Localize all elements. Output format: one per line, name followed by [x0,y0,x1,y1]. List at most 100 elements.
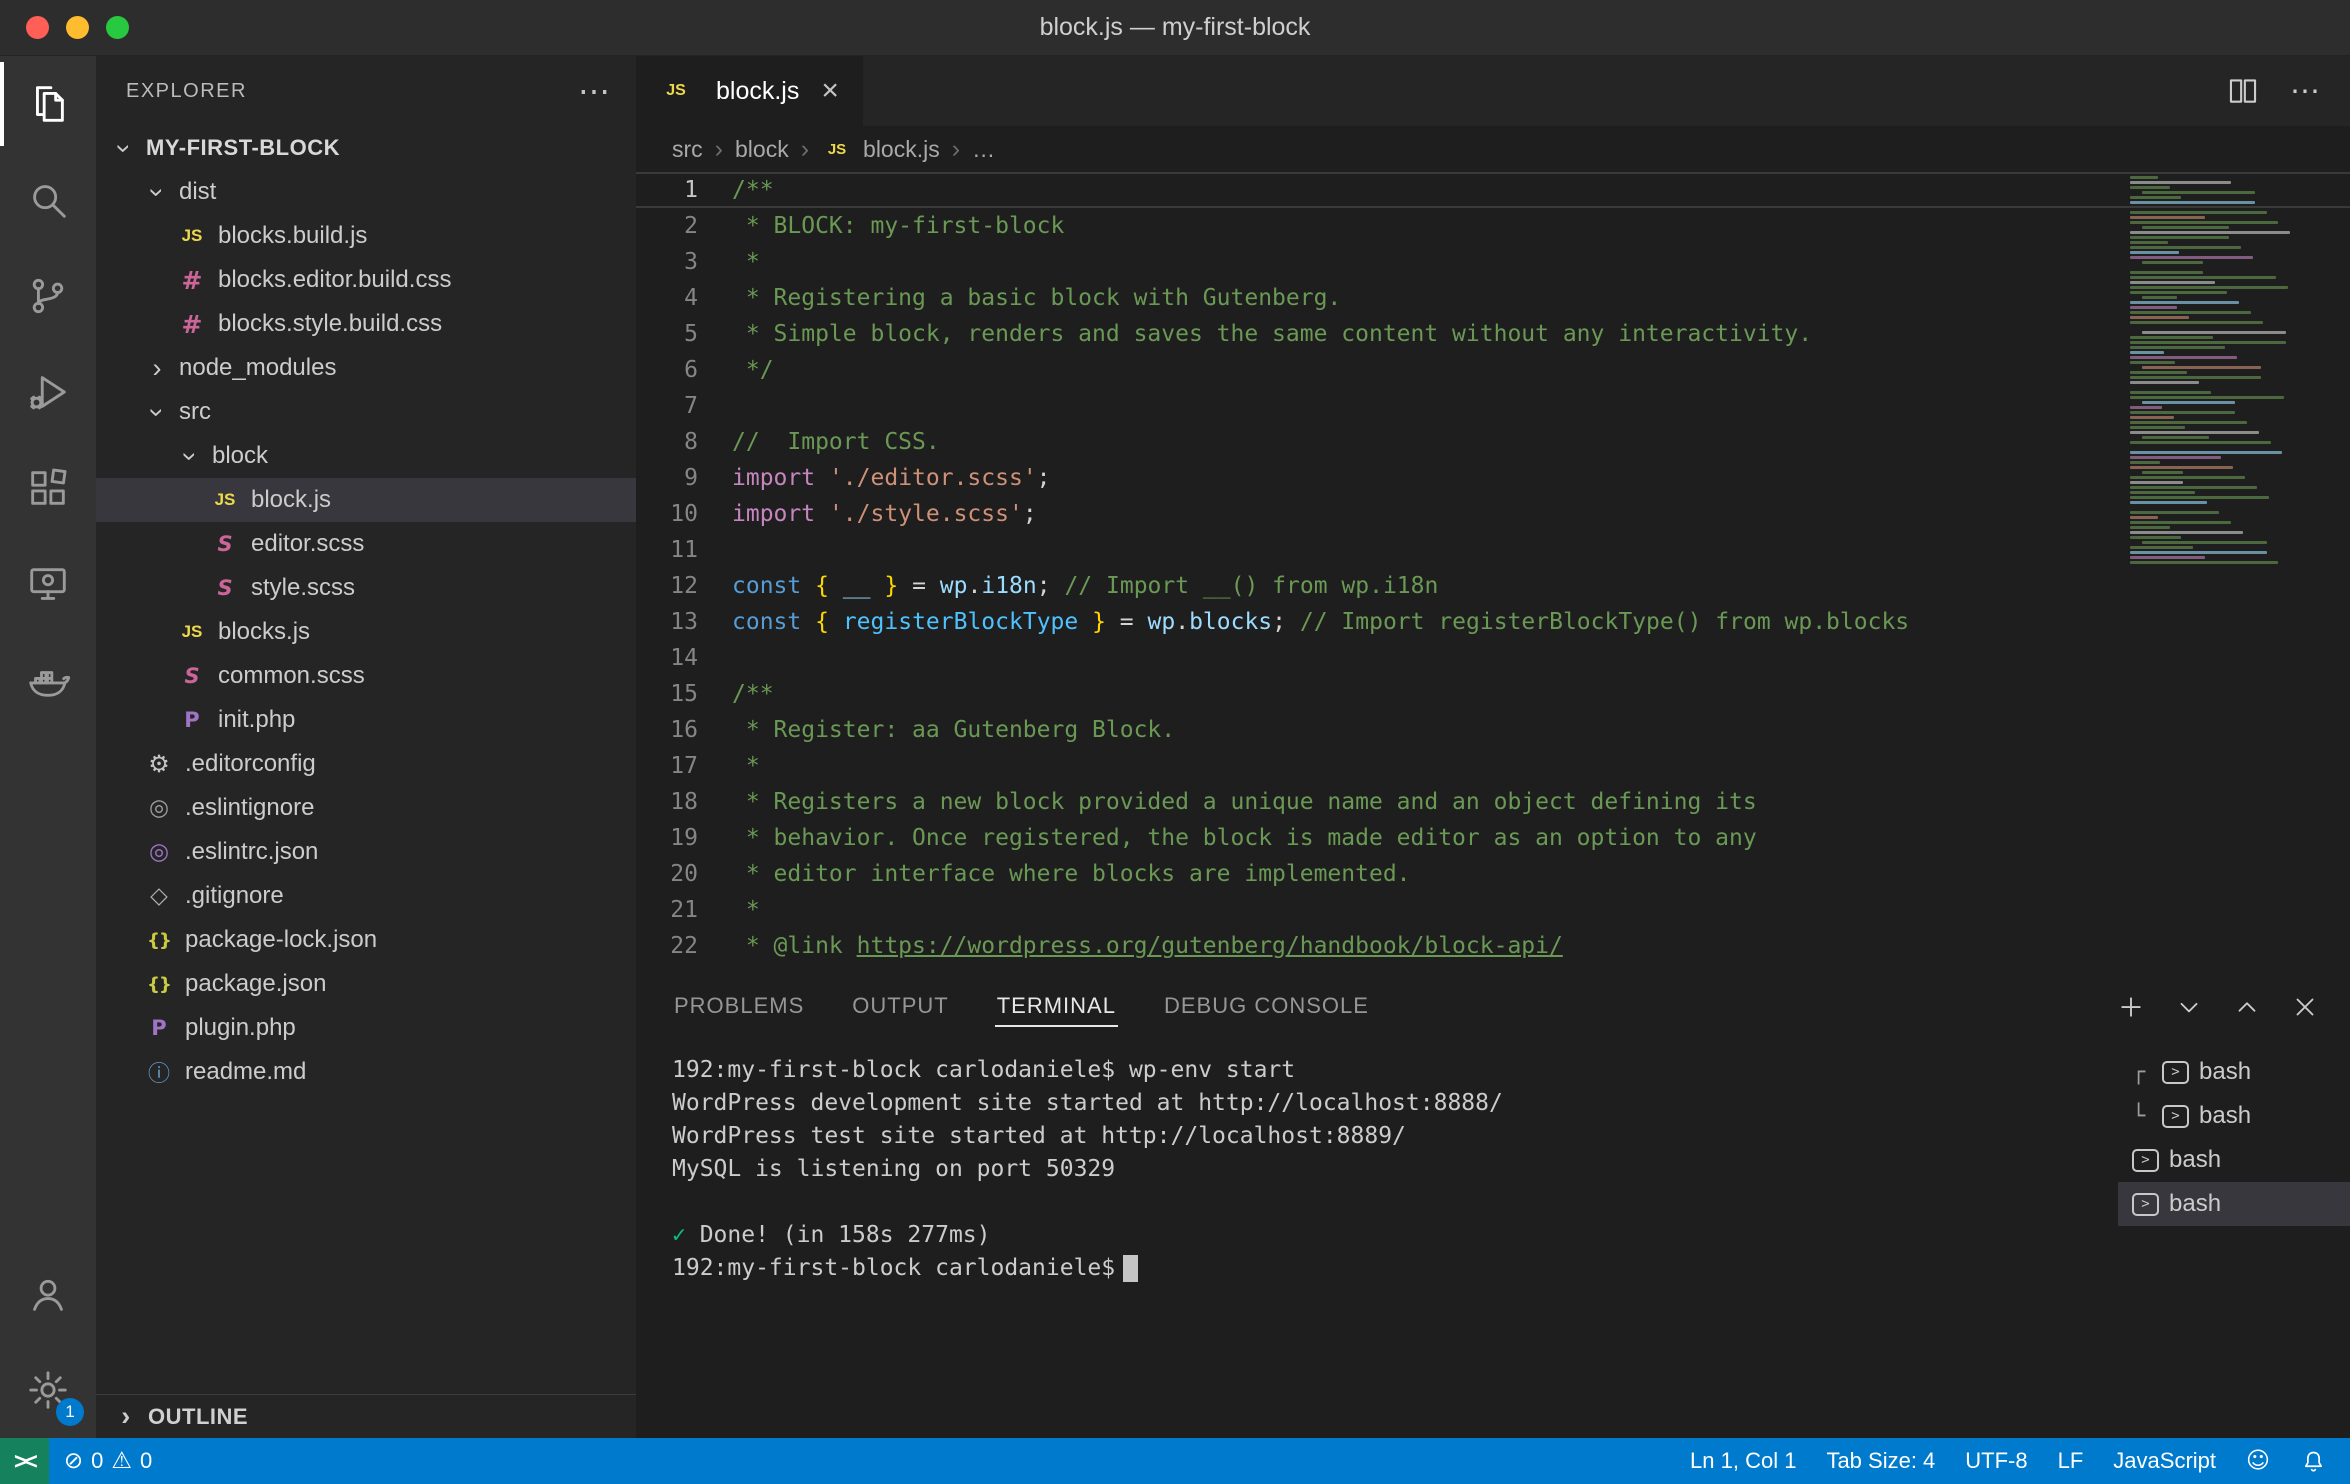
code-line[interactable]: 22 * @link https://wordpress.org/gutenbe… [636,928,2350,964]
terminal-list-item[interactable]: >bash [2118,1138,2350,1182]
tree-item[interactable]: #blocks.style.build.css [96,302,636,346]
tree-item[interactable]: JSblocks.build.js [96,214,636,258]
tree-item[interactable]: JSblocks.js [96,610,636,654]
editor-more-actions-icon[interactable]: ⋯ [2290,74,2320,109]
code-line[interactable]: 2 * BLOCK: my-first-block [636,208,2350,244]
code-line[interactable]: 11 [636,532,2350,568]
panel-tab-problems[interactable]: PROBLEMS [672,987,806,1027]
code-token: } [1092,609,1106,635]
split-editor-icon[interactable] [2226,74,2260,108]
code-line[interactable]: 4 * Registering a basic block with Guten… [636,280,2350,316]
activity-extensions-button[interactable] [0,440,96,536]
tree-item[interactable]: ◎.eslintrc.json [96,830,636,874]
tree-item[interactable]: ›dist [96,170,636,214]
code-token: ; [1272,609,1300,635]
tree-item[interactable]: Scommon.scss [96,654,636,698]
terminal-output[interactable]: 192:my-first-block carlodaniele$ wp-env … [636,1038,2118,1438]
code-line[interactable]: 20 * editor interface where blocks are i… [636,856,2350,892]
line-number: 9 [636,460,732,496]
breadcrumb-item-file[interactable]: block.js [863,136,940,163]
terminal-text: 192:my-first-block carlodaniele$ wp-env … [672,1057,1295,1083]
code-editor[interactable]: 1/**2 * BLOCK: my-first-block3 *4 * Regi… [636,172,2350,976]
notifications-bell-icon[interactable] [2285,1438,2342,1484]
explorer-more-actions-icon[interactable]: ⋯ [578,75,610,107]
outline-section[interactable]: › OUTLINE [96,1394,636,1438]
zoom-window-button[interactable] [106,16,129,39]
tree-item[interactable]: ◎.eslintignore [96,786,636,830]
tree-item[interactable]: {}package-lock.json [96,918,636,962]
activity-accounts-button[interactable] [0,1246,96,1342]
terminal-dropdown-chevron-icon[interactable] [2174,992,2204,1022]
tree-item[interactable]: ›block [96,434,636,478]
maximize-panel-chevron-icon[interactable] [2232,992,2262,1022]
tree-item[interactable]: ›src [96,390,636,434]
cursor-position[interactable]: Ln 1, Col 1 [1675,1438,1811,1484]
extensions-icon [25,465,71,511]
code-line[interactable]: 14 [636,640,2350,676]
activity-docker-button[interactable] [0,632,96,728]
code-line[interactable]: 8// Import CSS. [636,424,2350,460]
code-line[interactable]: 12const { __ } = wp.i18n; // Import __()… [636,568,2350,604]
breadcrumb-item-block[interactable]: block [735,136,789,163]
tree-item[interactable]: ◇.gitignore [96,874,636,918]
tree-item[interactable]: ⓘreadme.md [96,1050,636,1094]
close-window-button[interactable] [26,16,49,39]
tree-item[interactable]: ⚙.editorconfig [96,742,636,786]
tree-item[interactable]: Pinit.php [96,698,636,742]
activity-run-debug-button[interactable] [0,344,96,440]
tree-item[interactable]: ›node_modules [96,346,636,390]
code-token [815,465,829,491]
tree-item[interactable]: {}package.json [96,962,636,1006]
problems-indicator[interactable]: ⊘ 0 ⚠ 0 [49,1438,167,1484]
code-line[interactable]: 3 * [636,244,2350,280]
terminal-list-item[interactable]: └>bash [2118,1094,2350,1138]
tree-item[interactable]: Pplugin.php [96,1006,636,1050]
code-line[interactable]: 1/** [636,172,2350,208]
code-line[interactable]: 13const { registerBlockType } = wp.block… [636,604,2350,640]
close-panel-icon[interactable] [2290,992,2320,1022]
code-line[interactable]: 9import './editor.scss'; [636,460,2350,496]
activity-remote-explorer-button[interactable] [0,536,96,632]
line-text: */ [732,352,774,388]
new-terminal-plus-icon[interactable] [2116,992,2146,1022]
close-tab-icon[interactable]: × [821,76,839,106]
error-count: 0 [91,1448,103,1474]
tree-item[interactable]: #blocks.editor.build.css [96,258,636,302]
tree-item[interactable]: Seditor.scss [96,522,636,566]
tree-item[interactable]: ›MY-FIRST-BLOCK [96,126,636,170]
encoding-indicator[interactable]: UTF-8 [1950,1438,2042,1484]
code-line[interactable]: 16 * Register: aa Gutenberg Block. [636,712,2350,748]
code-line[interactable]: 17 * [636,748,2350,784]
code-line[interactable]: 5 * Simple block, renders and saves the … [636,316,2350,352]
code-line[interactable]: 19 * behavior. Once registered, the bloc… [636,820,2350,856]
explorer-header: EXPLORER ⋯ [96,56,636,126]
line-number: 10 [636,496,732,532]
minimap[interactable] [2126,176,2324,568]
activity-source-control-button[interactable] [0,248,96,344]
breadcrumb-item-src[interactable]: src [672,136,703,163]
breadcrumb-item-symbol[interactable]: … [972,136,995,163]
tree-item[interactable]: JSblock.js [96,478,636,522]
remote-indicator[interactable]: >< [0,1438,49,1484]
minimize-window-button[interactable] [66,16,89,39]
panel-tab-debug-console[interactable]: DEBUG CONSOLE [1162,987,1371,1027]
eol-indicator[interactable]: LF [2043,1438,2099,1484]
code-line[interactable]: 10import './style.scss'; [636,496,2350,532]
panel-tab-terminal[interactable]: TERMINAL [995,987,1118,1027]
language-mode[interactable]: JavaScript [2098,1438,2231,1484]
code-line[interactable]: 6 */ [636,352,2350,388]
terminal-list-item[interactable]: ┌>bash [2118,1050,2350,1094]
code-line[interactable]: 7 [636,388,2350,424]
tab-size-indicator[interactable]: Tab Size: 4 [1811,1438,1950,1484]
code-line[interactable]: 15/** [636,676,2350,712]
activity-search-button[interactable] [0,152,96,248]
activity-settings-button[interactable]: 1 [0,1342,96,1438]
tree-item[interactable]: Sstyle.scss [96,566,636,610]
code-line[interactable]: 18 * Registers a new block provided a un… [636,784,2350,820]
feedback-smiley-icon[interactable]: ☺ [2231,1438,2285,1484]
activity-explorer-button[interactable] [0,56,96,152]
code-line[interactable]: 21 * [636,892,2350,928]
panel-tab-output[interactable]: OUTPUT [850,987,950,1027]
terminal-list-item[interactable]: >bash [2118,1182,2350,1226]
tab-block-js[interactable]: JS block.js × [636,56,864,126]
